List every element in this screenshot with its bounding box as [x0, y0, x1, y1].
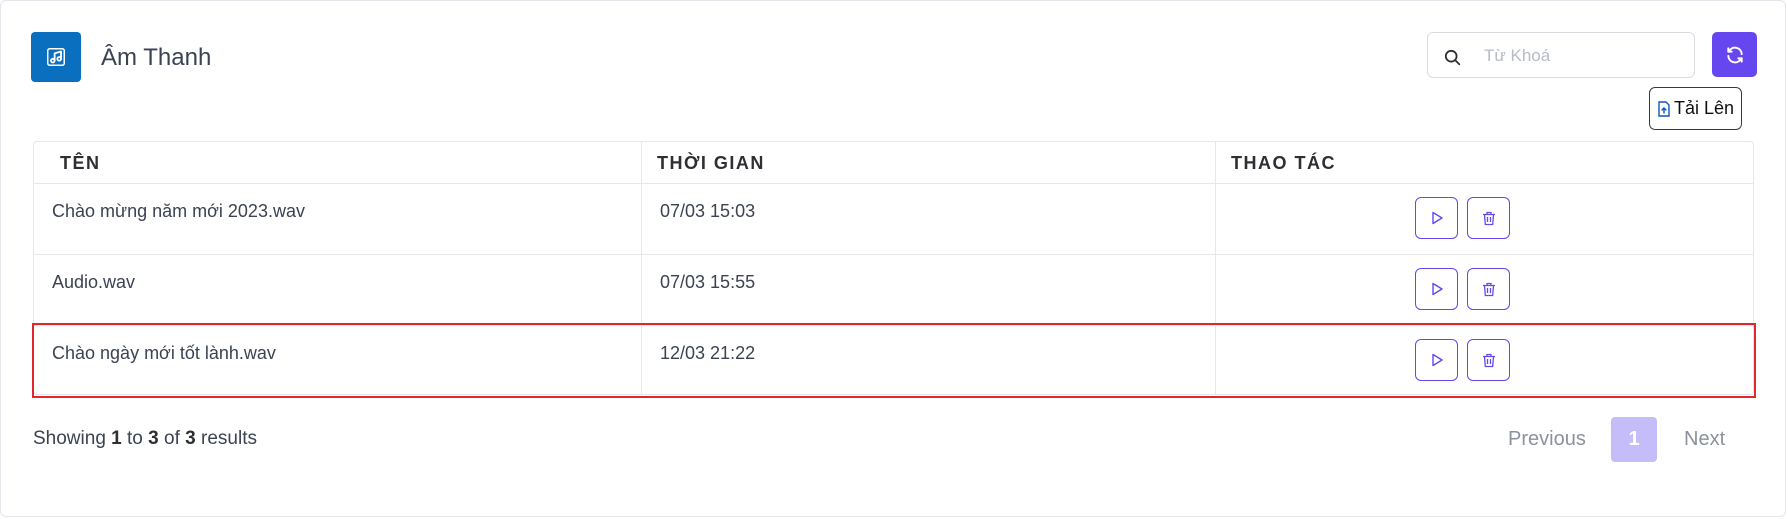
row-divider — [34, 254, 1753, 255]
results-word: results — [201, 428, 257, 449]
play-button[interactable] — [1415, 197, 1458, 239]
file-name: Audio.wav — [52, 272, 136, 292]
page-1-button[interactable]: 1 — [1611, 417, 1657, 462]
file-name: Chào ngày mới tốt lành.wav — [52, 343, 276, 363]
trash-icon — [1482, 211, 1495, 225]
file-time: 12/03 21:22 — [660, 343, 756, 363]
music-note-icon — [31, 32, 81, 82]
play-icon — [1431, 282, 1443, 296]
row-divider — [34, 325, 1753, 326]
row-divider — [34, 183, 1753, 184]
page-title: Âm Thanh — [101, 44, 212, 71]
audio-card: Âm Thanh Tải Lên TÊN THỜI GIAN THAO TÁC — [0, 0, 1786, 517]
delete-button[interactable] — [1467, 339, 1510, 381]
trash-icon — [1482, 282, 1495, 296]
next-page-button[interactable]: Next — [1684, 428, 1725, 451]
play-icon — [1431, 211, 1443, 225]
column-separator — [1215, 142, 1216, 394]
showing-prefix: Showing — [33, 428, 106, 449]
play-icon — [1431, 353, 1443, 367]
to-word: to — [127, 428, 143, 449]
play-button[interactable] — [1415, 339, 1458, 381]
range-to: 3 — [148, 428, 159, 449]
previous-page-button[interactable]: Previous — [1508, 428, 1586, 451]
range-from: 1 — [111, 428, 122, 449]
delete-button[interactable] — [1467, 268, 1510, 310]
upload-label: Tải Lên — [1673, 98, 1735, 118]
total-count: 3 — [185, 428, 196, 449]
file-time: 07/03 15:03 — [660, 201, 756, 221]
trash-icon — [1482, 353, 1495, 367]
file-upload-icon — [1658, 100, 1670, 117]
column-separator — [641, 142, 642, 394]
search-icon — [1444, 49, 1461, 66]
delete-button[interactable] — [1467, 197, 1510, 239]
column-header-actions: THAO TÁC — [1231, 153, 1336, 173]
file-name: Chào mừng năm mới 2023.wav — [52, 201, 305, 221]
search-input[interactable] — [1482, 41, 1686, 71]
audio-table: TÊN THỜI GIAN THAO TÁC Chào mừng năm mới… — [33, 141, 1754, 395]
play-button[interactable] — [1415, 268, 1458, 310]
refresh-icon — [1726, 46, 1743, 63]
refresh-button[interactable] — [1712, 32, 1757, 77]
column-header-time[interactable]: THỜI GIAN — [657, 153, 765, 174]
results-summary: Showing 1 to 3 of 3 results — [33, 428, 257, 450]
of-word: of — [164, 428, 180, 449]
file-time: 07/03 15:55 — [660, 272, 756, 292]
column-header-name[interactable]: TÊN — [60, 153, 101, 174]
search-box[interactable] — [1427, 32, 1695, 78]
upload-button[interactable]: Tải Lên — [1649, 87, 1742, 130]
